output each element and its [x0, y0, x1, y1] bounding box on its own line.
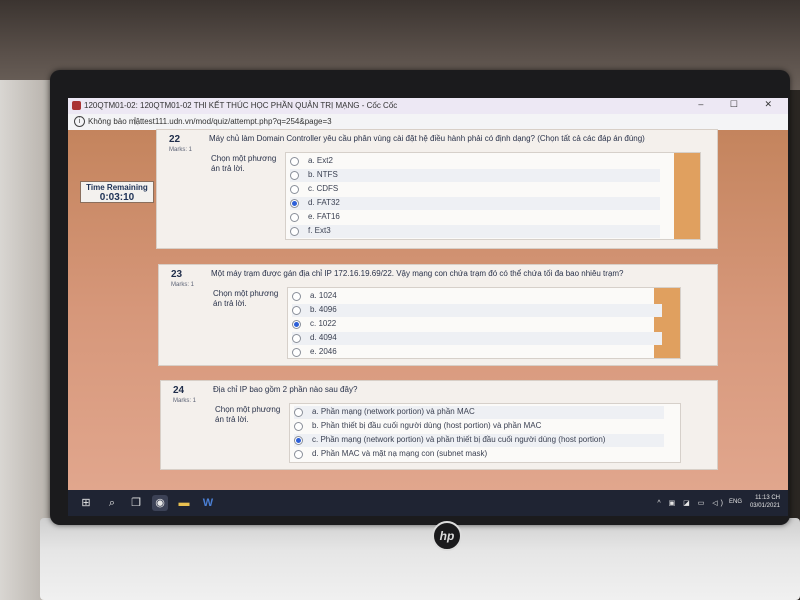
question-24: 24 Marks: 1 Địa chỉ IP bao gồm 2 phần nà…	[160, 380, 718, 470]
url-text[interactable]: test111.udn.vn/mod/quiz/attempt.php?q=25…	[142, 117, 332, 126]
question-22: 22 Marks: 1 Máy chủ làm Domain Controlle…	[156, 129, 718, 249]
question-marks: Marks: 1	[169, 147, 193, 153]
option-label: b. Phần thiết bị đầu cuối người dùng (ho…	[312, 421, 542, 430]
taskbar-clock[interactable]: 11:13 CH 03/01/2021	[750, 494, 780, 510]
option-label: b. 4096	[310, 305, 337, 314]
option-label: c. CDFS	[308, 184, 339, 193]
quiz-page: Time Remaining 0:03:10 22 Marks: 1 Máy c…	[68, 129, 788, 490]
option-d[interactable]: d. Phần MAC và mặt nạ mạng con (subnet m…	[294, 448, 664, 461]
option-label: d. 4094	[310, 333, 337, 342]
option-label: a. 1024	[310, 291, 337, 300]
radio-button[interactable]	[292, 334, 301, 343]
radio-button-selected[interactable]	[294, 436, 303, 445]
answer-prompt: Chọn một phương án trả lời.	[211, 154, 277, 173]
radio-button[interactable]	[290, 157, 299, 166]
radio-button-selected[interactable]	[290, 199, 299, 208]
option-e[interactable]: e. FAT16	[290, 211, 660, 224]
radio-button[interactable]	[294, 422, 303, 431]
language-indicator[interactable]: ENG	[729, 499, 742, 505]
file-explorer-icon[interactable]: ▬	[176, 495, 192, 511]
option-label: f. Ext3	[308, 226, 331, 235]
search-icon[interactable]: ⌕	[104, 495, 120, 511]
option-d[interactable]: d. 4094	[292, 332, 662, 345]
answer-box-accent	[674, 153, 700, 239]
laptop-screen: 120QTM01-02: 120QTM01-02 THI KẾT THÚC HỌ…	[68, 98, 788, 516]
option-b[interactable]: b. NTFS	[290, 169, 660, 182]
question-marks: Marks: 1	[171, 282, 195, 288]
option-f[interactable]: f. Ext3	[290, 225, 660, 238]
coccoc-browser-icon[interactable]: ◉	[152, 495, 168, 511]
option-label: d. Phần MAC và mặt nạ mạng con (subnet m…	[312, 449, 488, 458]
taskbar-date: 03/01/2021	[749, 503, 780, 509]
option-e[interactable]: e. 2046	[292, 346, 662, 358]
radio-button[interactable]	[292, 306, 301, 315]
radio-button[interactable]	[294, 450, 303, 459]
answer-options: a. 1024 b. 4096 c. 1022 d. 4094 e. 2046	[287, 287, 681, 359]
option-a[interactable]: a. Phần mạng (network portion) và phần M…	[294, 406, 664, 419]
windows-taskbar: ⊞ ⌕ ❐ ◉ ▬ W ^ ▣ ◪ ▭ ◁) ENG 11:13 CH 03/0…	[68, 490, 788, 516]
question-text: Địa chỉ IP bao gồm 2 phần nào sau đây?	[213, 385, 358, 394]
question-marks: Marks: 1	[173, 398, 197, 404]
browser-app-icon	[72, 101, 81, 110]
question-number: 24	[173, 385, 185, 396]
question-23: 23 Marks: 1 Một máy trạm được gán địa ch…	[158, 264, 718, 366]
radio-button-selected[interactable]	[292, 320, 301, 329]
option-label: a. Phần mạng (network portion) và phần M…	[312, 407, 475, 416]
radio-button[interactable]	[290, 227, 299, 236]
option-a[interactable]: a. Ext2	[290, 155, 660, 168]
word-icon[interactable]: W	[200, 495, 216, 511]
radio-button[interactable]	[292, 292, 301, 301]
question-number: 22	[169, 134, 181, 145]
system-tray-icons[interactable]: ^ ▣ ◪ ▭ ◁)	[657, 499, 726, 507]
option-c[interactable]: c. CDFS	[290, 183, 660, 196]
window-title: 120QTM01-02: 120QTM01-02 THI KẾT THÚC HỌ…	[84, 101, 398, 110]
option-c[interactable]: c. 1022	[292, 318, 662, 331]
option-label: c. 1022	[310, 319, 337, 328]
option-label: e. 2046	[310, 347, 337, 356]
option-c[interactable]: c. Phần mạng (network portion) và phần t…	[294, 434, 664, 447]
radio-button[interactable]	[294, 408, 303, 417]
answer-options: a. Ext2 b. NTFS c. CDFS d. FAT32 e. FAT1…	[285, 152, 701, 240]
option-d[interactable]: d. FAT32	[290, 197, 660, 210]
time-remaining-label: Time Remaining	[86, 183, 148, 192]
option-label: b. NTFS	[308, 170, 338, 179]
hp-logo: hp	[432, 521, 462, 551]
answer-options: a. Phần mạng (network portion) và phần M…	[289, 403, 681, 463]
info-icon[interactable]: i	[74, 116, 85, 127]
option-b[interactable]: b. Phần thiết bị đầu cuối người dùng (ho…	[294, 420, 664, 433]
radio-button[interactable]	[290, 171, 299, 180]
time-remaining-block: Time Remaining 0:03:10	[80, 181, 154, 203]
radio-button[interactable]	[290, 213, 299, 222]
window-titlebar: 120QTM01-02: 120QTM01-02 THI KẾT THÚC HỌ…	[68, 98, 788, 115]
question-text: Một máy trạm được gán địa chỉ IP 172.16.…	[211, 269, 624, 278]
option-label: e. FAT16	[308, 212, 340, 221]
radio-button[interactable]	[292, 348, 301, 357]
radio-button[interactable]	[290, 185, 299, 194]
laptop-base	[40, 518, 800, 600]
windows-start-icon[interactable]: ⊞	[78, 495, 94, 511]
window-controls[interactable]: – ☐ ✕	[698, 99, 784, 110]
option-label: c. Phần mạng (network portion) và phần t…	[312, 435, 606, 444]
taskbar-time: 11:13 CH	[755, 495, 780, 501]
time-remaining-value: 0:03:10	[99, 192, 135, 203]
option-a[interactable]: a. 1024	[292, 290, 662, 303]
option-label: d. FAT32	[308, 198, 340, 207]
answer-prompt: Chọn một phương án trả lời.	[213, 289, 279, 308]
task-view-icon[interactable]: ❐	[128, 495, 144, 511]
question-text: Máy chủ làm Domain Controller yêu cầu ph…	[209, 134, 645, 143]
answer-prompt: Chọn một phương án trả lời.	[215, 405, 281, 424]
question-number: 23	[171, 269, 183, 280]
option-b[interactable]: b. 4096	[292, 304, 662, 317]
address-separator: |	[134, 116, 137, 125]
option-label: a. Ext2	[308, 156, 333, 165]
